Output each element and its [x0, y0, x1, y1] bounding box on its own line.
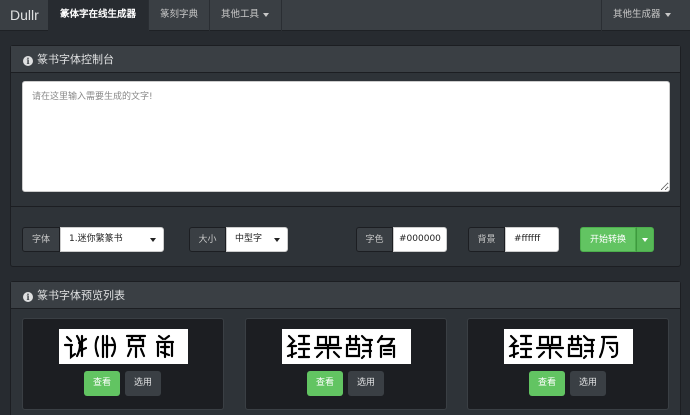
seal-script-glyphs [508, 334, 619, 360]
seal-script-glyphs [286, 334, 396, 360]
chevron-down-icon [150, 238, 156, 242]
font-color-input[interactable]: #000000 [393, 227, 447, 252]
nav-item-other-tools-label: 其他工具 [221, 9, 260, 20]
size-select-value: 中型字 [235, 234, 263, 244]
info-icon: i [23, 292, 33, 302]
seal-preview-image[interactable] [59, 329, 188, 364]
background-color-input[interactable]: #ffffff [505, 227, 559, 252]
info-icon: i [23, 56, 33, 66]
preview-card: 查看 选用 [245, 318, 447, 410]
preview-panel-heading: i 篆书字体预览列表 [11, 282, 680, 309]
font-select[interactable]: 1.迷你繁篆书 [60, 227, 164, 252]
text-input[interactable] [22, 81, 670, 192]
chevron-down-icon [274, 238, 280, 242]
select-button[interactable]: 选用 [125, 371, 161, 396]
nav-item-seal-generator[interactable]: 篆体字在线生成器 [48, 0, 149, 31]
view-button[interactable]: 查看 [529, 371, 565, 396]
nav-item-seal-dictionary[interactable]: 篆刻字典 [148, 0, 210, 31]
convert-button[interactable]: 开始转换 [580, 227, 636, 252]
seal-preview-image[interactable] [282, 329, 411, 364]
brand-logo[interactable]: Dullr [10, 0, 39, 31]
chevron-down-icon [642, 238, 648, 242]
font-label: 字体 [22, 227, 60, 252]
size-select[interactable]: 中型字 [226, 227, 288, 252]
control-panel: i 篆书字体控制台 字体 1.迷你繁篆书 大小 中型字 字色 #000000 背景… [10, 45, 681, 267]
control-panel-heading: i 篆书字体控制台 [11, 46, 680, 73]
size-label: 大小 [189, 227, 226, 252]
select-button[interactable]: 选用 [348, 371, 384, 396]
nav-item-other-generators-label: 其他生成器 [613, 9, 661, 20]
view-button[interactable]: 查看 [84, 371, 120, 396]
background-color-label: 背景 [468, 227, 505, 252]
view-button[interactable]: 查看 [307, 371, 343, 396]
preview-card: 查看 选用 [467, 318, 669, 410]
preview-card: 查看 选用 [22, 318, 224, 410]
navbar: Dullr 篆体字在线生成器 篆刻字典 其他工具 其他生成器 [0, 0, 690, 31]
convert-dropdown-button[interactable] [636, 227, 654, 252]
seal-preview-image[interactable] [504, 329, 633, 364]
preview-panel-title: 篆书字体预览列表 [37, 289, 125, 302]
nav-item-other-generators[interactable]: 其他生成器 [601, 0, 683, 31]
panel-divider [11, 206, 680, 207]
nav-item-other-tools[interactable]: 其他工具 [209, 0, 281, 31]
preview-panel: i 篆书字体预览列表 查看 选用 查看 选用 查看 选用 [10, 281, 681, 415]
select-button[interactable]: 选用 [570, 371, 606, 396]
font-select-value: 1.迷你繁篆书 [69, 234, 123, 244]
nav-divider [281, 0, 282, 31]
chevron-down-icon [664, 12, 671, 17]
font-color-label: 字色 [356, 227, 393, 252]
chevron-down-icon [263, 12, 270, 17]
seal-script-glyphs [63, 334, 175, 360]
control-panel-title: 篆书字体控制台 [37, 53, 114, 66]
